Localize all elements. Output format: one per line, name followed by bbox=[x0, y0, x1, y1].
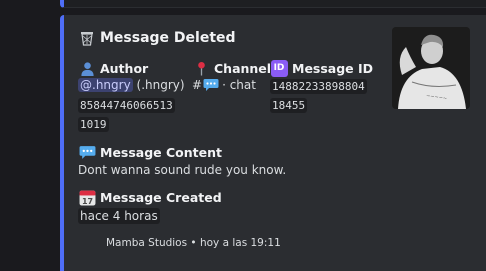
author-id-cont: 1019 bbox=[78, 116, 109, 134]
field-message-id-label: ID Message ID bbox=[270, 59, 373, 77]
channel-name: · chat bbox=[222, 78, 256, 92]
message-deleted-embed: Message Deleted Author @.hngry (.hngry) … bbox=[60, 15, 486, 271]
message-id-value: 14882233898804 bbox=[270, 78, 367, 96]
id-badge-text: ID bbox=[270, 59, 288, 77]
wastebasket-icon bbox=[78, 29, 96, 47]
message-id-line2: 18455 bbox=[270, 98, 308, 113]
created-value: hace 4 horas bbox=[78, 208, 160, 224]
id-badge-icon: ID bbox=[270, 59, 288, 77]
message-content-text: Dont wanna sound rude you know. bbox=[78, 163, 287, 177]
message-id-line1: 14882233898804 bbox=[270, 79, 367, 94]
author-name: (.hngry) bbox=[136, 78, 185, 92]
author-id: 85844746066513 bbox=[78, 97, 175, 115]
field-channel-label: Channel bbox=[192, 59, 271, 77]
speech-bubble-icon bbox=[78, 143, 96, 161]
speech-bubble-icon bbox=[203, 78, 219, 92]
field-author-label: Author bbox=[78, 59, 148, 77]
created-timestamp: hace 4 horas bbox=[78, 208, 160, 224]
author-value: @.hngry (.hngry) bbox=[78, 78, 185, 92]
calendar-icon: 17 bbox=[78, 188, 96, 206]
content-label-text: Message Content bbox=[100, 144, 222, 160]
message-id-label-text: Message ID bbox=[292, 60, 374, 76]
channel-value[interactable]: # · chat bbox=[192, 78, 256, 92]
embed-title: Message Deleted bbox=[78, 29, 236, 47]
field-content-label: Message Content bbox=[78, 143, 222, 161]
field-created-label: 17 Message Created bbox=[78, 188, 222, 206]
embed-title-text: Message Deleted bbox=[100, 30, 236, 46]
previous-embed bbox=[60, 0, 486, 8]
author-mention[interactable]: @.hngry bbox=[78, 78, 133, 92]
channel-hash: # bbox=[192, 78, 203, 92]
author-thumbnail[interactable]: ~~~~~ bbox=[392, 27, 470, 109]
pushpin-icon bbox=[192, 59, 210, 77]
message-id-value-cont: 18455 bbox=[270, 97, 308, 115]
bust-icon bbox=[78, 59, 96, 77]
channel-label-text: Channel bbox=[214, 60, 272, 76]
author-id-line1: 85844746066513 bbox=[78, 98, 175, 113]
created-label-text: Message Created bbox=[100, 189, 222, 205]
author-label-text: Author bbox=[100, 60, 149, 76]
author-id-line2: 1019 bbox=[78, 117, 109, 132]
calendar-day: 17 bbox=[81, 196, 92, 205]
embed-footer: Mamba Studios • hoy a las 19:11 bbox=[106, 237, 281, 249]
